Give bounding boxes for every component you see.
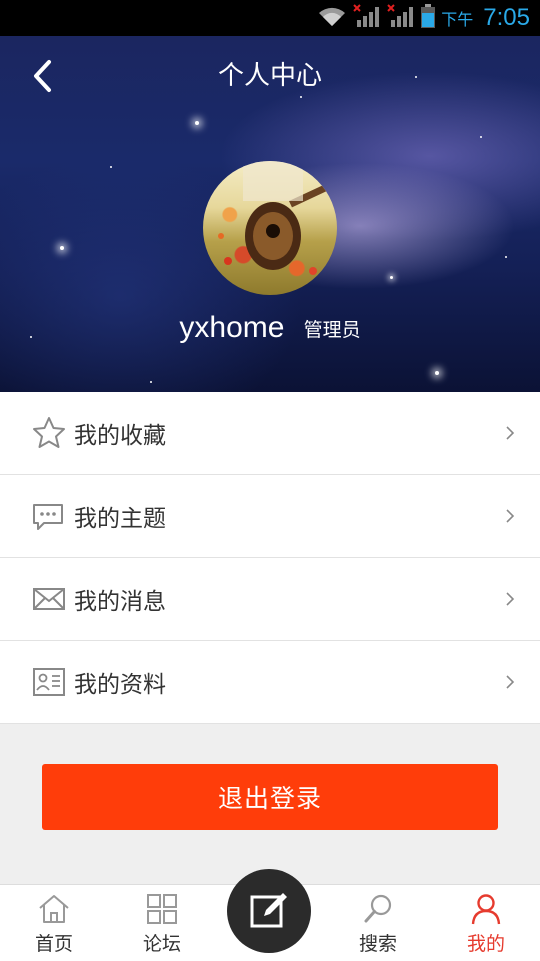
logout-button[interactable]: 退出登录 bbox=[42, 764, 498, 830]
star-decoration bbox=[150, 381, 152, 383]
chevron-right-icon bbox=[506, 426, 515, 440]
new-post-button[interactable] bbox=[227, 869, 311, 953]
nav-item-mine[interactable]: 我的 bbox=[441, 885, 531, 961]
star-decoration bbox=[195, 121, 199, 125]
chat-bubble-icon bbox=[33, 504, 63, 530]
nav-item-home[interactable]: 首页 bbox=[9, 885, 99, 961]
star-decoration bbox=[300, 96, 302, 98]
star-decoration bbox=[390, 276, 393, 279]
chevron-right-icon bbox=[506, 675, 515, 689]
nav-item-label: 首页 bbox=[34, 933, 73, 955]
menu-item-label: 我的收藏 bbox=[74, 423, 166, 449]
menu-item-profile[interactable]: 我的资料 bbox=[0, 641, 540, 724]
status-bar: 下午 7:05 bbox=[0, 0, 540, 36]
star-decoration bbox=[480, 136, 482, 138]
edit-icon bbox=[250, 893, 287, 928]
avatar[interactable] bbox=[203, 161, 337, 295]
user-info: yxhome 管理员 bbox=[0, 311, 540, 345]
star-icon bbox=[33, 417, 65, 448]
nav-item-label: 论坛 bbox=[142, 933, 181, 955]
status-bar-right: 下午 7:05 bbox=[317, 0, 530, 36]
search-icon bbox=[364, 894, 392, 923]
menu-item-topics[interactable]: 我的主题 bbox=[0, 475, 540, 558]
username: yxhome bbox=[179, 311, 285, 344]
menu-item-label: 我的主题 bbox=[74, 506, 166, 532]
page-title: 个人中心 bbox=[217, 61, 322, 91]
avatar-image bbox=[218, 161, 327, 275]
status-ampm: 下午 bbox=[441, 10, 474, 29]
signal-icon bbox=[387, 4, 415, 32]
star-decoration bbox=[110, 166, 112, 168]
chevron-right-icon bbox=[506, 509, 515, 523]
chevron-right-icon bbox=[506, 592, 515, 606]
user-role-badge: 管理员 bbox=[303, 318, 361, 341]
star-decoration bbox=[60, 246, 64, 250]
menu-item-label: 我的消息 bbox=[74, 589, 166, 615]
home-icon bbox=[39, 895, 69, 923]
wifi-icon bbox=[317, 5, 347, 31]
profile-header: 个人中心 yxhome 管理员 bbox=[0, 36, 540, 392]
grid-icon bbox=[147, 894, 177, 924]
menu-item-label: 我的资料 bbox=[74, 672, 166, 698]
profile-menu: 我的收藏 我的主题 我的消息 我的资料 bbox=[0, 392, 540, 724]
menu-item-messages[interactable]: 我的消息 bbox=[0, 558, 540, 641]
menu-item-favorites[interactable]: 我的收藏 bbox=[0, 392, 540, 475]
nav-item-search[interactable]: 搜索 bbox=[333, 885, 423, 961]
star-decoration bbox=[505, 256, 507, 258]
envelope-icon bbox=[33, 588, 65, 610]
person-icon bbox=[471, 894, 501, 925]
battery-icon bbox=[421, 4, 436, 32]
nav-item-label: 搜索 bbox=[358, 933, 397, 955]
profile-card-icon bbox=[33, 668, 65, 696]
star-decoration bbox=[435, 371, 439, 375]
nav-item-label: 我的 bbox=[466, 933, 505, 955]
status-time: 7:05 bbox=[483, 4, 530, 31]
signal-icon bbox=[353, 4, 381, 32]
nav-item-forum[interactable]: 论坛 bbox=[117, 885, 207, 961]
